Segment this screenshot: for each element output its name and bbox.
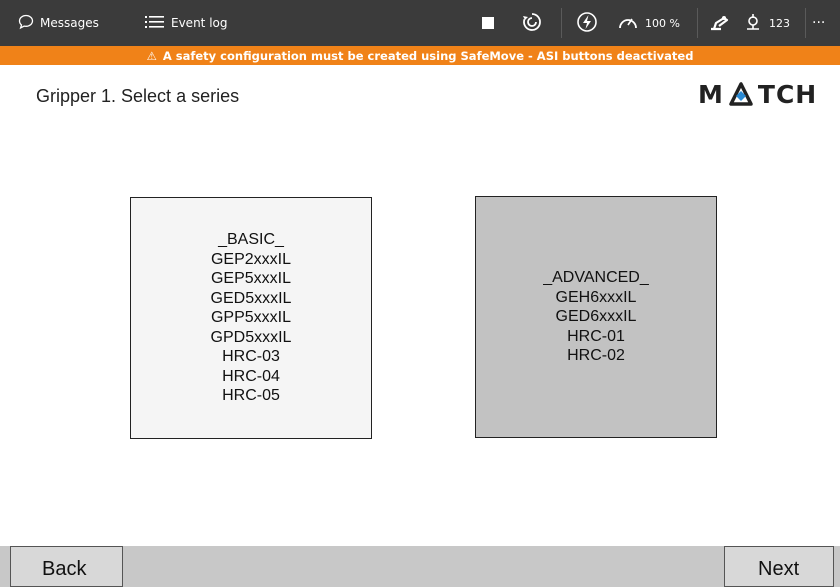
warning-text: A safety configuration must be created u…: [162, 48, 694, 63]
tool-value: 123: [769, 16, 790, 30]
series-advanced-line: HRC-01: [567, 327, 625, 345]
series-basic-line: HRC-03: [222, 348, 280, 366]
speed-gauge-icon: [617, 13, 639, 34]
stop-icon: [482, 17, 494, 29]
motors-status[interactable]: [576, 0, 598, 46]
top-bar: Messages Event log 100 % 123 ···: [0, 0, 840, 46]
separator: [561, 8, 562, 38]
back-button[interactable]: Back: [10, 546, 123, 587]
logo-text-left: M: [698, 79, 724, 109]
next-button[interactable]: Next: [724, 546, 834, 587]
series-basic-card[interactable]: _BASIC_ GEP2xxxIL GEP5xxxIL GED5xxxIL GP…: [130, 197, 372, 439]
robot-arm-icon: [708, 12, 730, 35]
series-basic-line: GEP5xxxIL: [210, 270, 292, 288]
series-basic-line: GEP2xxxIL: [210, 250, 292, 268]
messages-label: Messages: [40, 16, 99, 30]
series-basic-line: GED5xxxIL: [210, 289, 292, 307]
series-basic-line: HRC-05: [222, 387, 280, 405]
eventlog-label: Event log: [171, 16, 228, 30]
auto-mode-icon: [521, 11, 543, 36]
separator: [697, 8, 698, 38]
series-basic-line: GPD5xxxIL: [210, 328, 292, 346]
series-basic-line: HRC-04: [222, 367, 280, 385]
eventlog-button[interactable]: Event log: [145, 0, 227, 46]
messages-icon: [18, 14, 34, 33]
speed-value: 100 %: [645, 16, 680, 30]
next-button-label: Next: [758, 558, 800, 580]
speed-status[interactable]: 100 %: [617, 0, 680, 46]
mode-status[interactable]: [521, 0, 543, 46]
series-basic-line: GPP5xxxIL: [210, 309, 292, 327]
match-logo: M TCH: [698, 79, 818, 109]
series-advanced-line: _ADVANCED_: [543, 269, 649, 287]
tool-icon: [743, 12, 763, 35]
series-advanced-line: GEH6xxxIL: [555, 288, 637, 306]
series-advanced-line: HRC-02: [567, 347, 625, 365]
series-advanced-line: GED6xxxIL: [555, 308, 637, 326]
back-button-label: Back: [42, 558, 87, 580]
series-basic-line: _BASIC_: [218, 231, 284, 249]
tool-status[interactable]: 123: [743, 0, 790, 46]
series-advanced-card[interactable]: _ADVANCED_ GEH6xxxIL GED6xxxIL HRC-01 HR…: [475, 196, 717, 438]
bottom-bar: [0, 546, 840, 587]
page-title: Gripper 1. Select a series: [36, 86, 240, 106]
warning-icon: ⚠: [146, 48, 157, 63]
logo-text-right: TCH: [757, 79, 818, 109]
warning-banner: ⚠ A safety configuration must be created…: [0, 46, 840, 65]
messages-button[interactable]: Messages: [18, 0, 99, 46]
more-icon: ···: [812, 15, 826, 31]
logo-mark-icon: [729, 82, 753, 106]
separator: [805, 8, 806, 38]
robot-status[interactable]: [708, 0, 730, 46]
lightning-icon: [576, 11, 598, 36]
list-icon: [145, 14, 165, 33]
more-button[interactable]: ···: [812, 0, 825, 46]
stop-status[interactable]: [482, 0, 494, 46]
